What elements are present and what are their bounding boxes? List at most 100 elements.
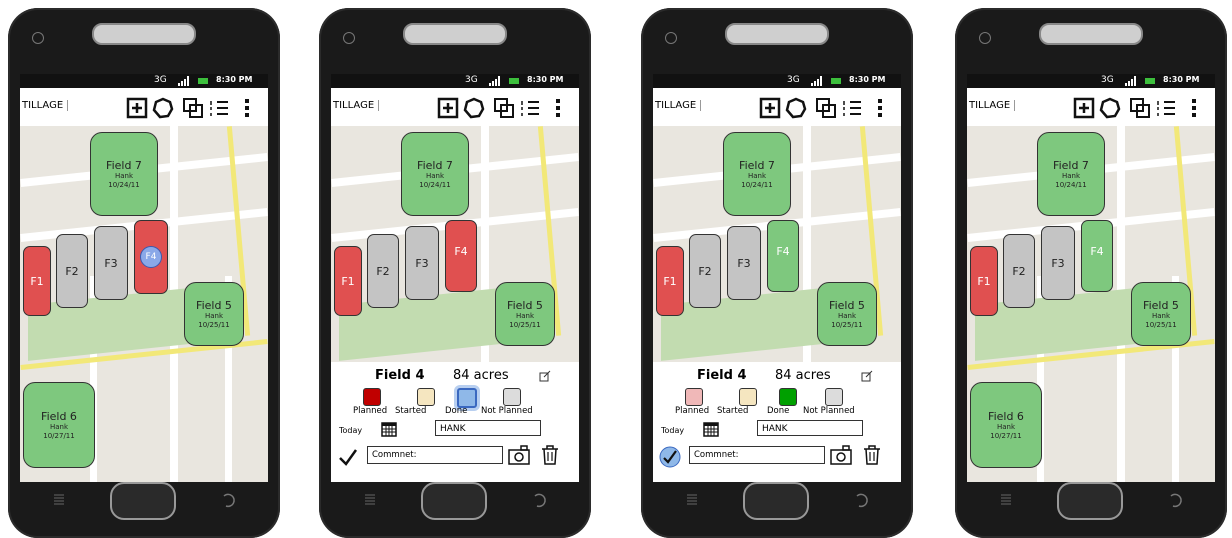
edit-icon[interactable] [861, 370, 873, 382]
field-7[interactable]: Field 7 Hank 10/24/11 [90, 132, 158, 216]
calendar-icon[interactable] [703, 421, 719, 437]
list-icon[interactable] [1155, 97, 1177, 119]
trash-icon[interactable] [539, 444, 561, 466]
field-date: 10/27/11 [990, 431, 1022, 440]
field-1[interactable]: F1 [334, 246, 362, 316]
front-camera [32, 32, 44, 44]
menu-key-icon[interactable] [685, 492, 699, 506]
screen: 3G 8:30 PM TILLAGE Field 7 Hank 10/24/11… [967, 74, 1215, 482]
status-done-button[interactable] [457, 388, 477, 408]
status-planned-button[interactable] [363, 388, 381, 406]
field-1[interactable]: F1 [656, 246, 684, 316]
field-5[interactable]: Field 5 Hank 10/25/11 [184, 282, 244, 346]
field-7[interactable]: Field 7 Hank 10/24/11 [401, 132, 469, 216]
back-icon[interactable] [531, 492, 547, 508]
field-date: 10/25/11 [198, 320, 230, 329]
field-5[interactable]: Field 5 Hank 10/25/11 [1131, 282, 1191, 346]
field-4[interactable]: F4 [134, 220, 168, 294]
draw-boundary-icon[interactable] [152, 97, 174, 119]
menu-key-icon[interactable] [52, 492, 66, 506]
check-icon[interactable] [337, 446, 359, 468]
field-detail-panel: Field 4 84 acres Planned Started Done No… [653, 362, 901, 482]
field-2[interactable]: F2 [1003, 234, 1035, 308]
layers-icon[interactable] [182, 97, 204, 119]
add-icon[interactable] [437, 97, 459, 119]
home-button[interactable] [743, 482, 809, 520]
status-planned-button[interactable] [685, 388, 703, 406]
field-1[interactable]: F1 [23, 246, 51, 316]
front-camera [979, 32, 991, 44]
field-label: F1 [977, 274, 991, 288]
list-icon[interactable] [208, 97, 230, 119]
list-icon[interactable] [841, 97, 863, 119]
back-icon[interactable] [220, 492, 236, 508]
tap-indicator: F4 [140, 246, 162, 268]
back-icon[interactable] [1167, 492, 1183, 508]
field-3[interactable]: F3 [727, 226, 761, 300]
field-4[interactable]: F4 [767, 220, 799, 292]
status-started-button[interactable] [739, 388, 757, 406]
list-icon[interactable] [519, 97, 541, 119]
app-title: TILLAGE [969, 100, 1016, 111]
map-view[interactable]: Field 7 Hank 10/24/11 F1 F2 F3 F4 Field … [653, 126, 901, 482]
field-2[interactable]: F2 [56, 234, 88, 308]
field-5[interactable]: Field 5 Hank 10/25/11 [495, 282, 555, 346]
field-label: F3 [1051, 256, 1065, 270]
owner-input[interactable]: HANK [435, 420, 541, 436]
field-5[interactable]: Field 5 Hank 10/25/11 [817, 282, 877, 346]
menu-key-icon[interactable] [999, 492, 1013, 506]
field-2[interactable]: F2 [367, 234, 399, 308]
field-4[interactable]: F4 [445, 220, 477, 292]
add-icon[interactable] [1073, 97, 1095, 119]
map-view[interactable]: Field 7 Hank 10/24/11 F1 F2 F3 F4 Field … [20, 126, 268, 482]
overflow-menu-icon[interactable] [553, 97, 563, 119]
draw-boundary-icon[interactable] [785, 97, 807, 119]
add-icon[interactable] [759, 97, 781, 119]
field-7[interactable]: Field 7 Hank 10/24/11 [723, 132, 791, 216]
field-label: F1 [30, 274, 44, 288]
overflow-menu-icon[interactable] [875, 97, 885, 119]
map-view[interactable]: Field 7 Hank 10/24/11 F1 F2 F3 F4 Field … [331, 126, 579, 482]
action-bar: TILLAGE [967, 88, 1215, 127]
home-button[interactable] [1057, 482, 1123, 520]
home-button[interactable] [110, 482, 176, 520]
overflow-menu-icon[interactable] [1189, 97, 1199, 119]
overflow-menu-icon[interactable] [242, 97, 252, 119]
field-1[interactable]: F1 [970, 246, 998, 316]
field-3[interactable]: F3 [94, 226, 128, 300]
comment-input[interactable]: Commnet: [689, 446, 825, 464]
layers-icon[interactable] [1129, 97, 1151, 119]
field-3[interactable]: F3 [405, 226, 439, 300]
status-not-planned-button[interactable] [825, 388, 843, 406]
field-7[interactable]: Field 7 Hank 10/24/11 [1037, 132, 1105, 216]
field-2[interactable]: F2 [689, 234, 721, 308]
field-6[interactable]: Field 6 Hank 10/27/11 [23, 382, 95, 468]
field-6[interactable]: Field 6 Hank 10/27/11 [970, 382, 1042, 468]
layers-icon[interactable] [493, 97, 515, 119]
status-started-button[interactable] [417, 388, 435, 406]
check-icon[interactable] [659, 446, 681, 468]
battery-icon [198, 78, 208, 84]
field-3[interactable]: F3 [1041, 226, 1075, 300]
field-4[interactable]: F4 [1081, 220, 1113, 292]
trash-icon[interactable] [861, 444, 883, 466]
map-view[interactable]: Field 7 Hank 10/24/11 F1 F2 F3 F4 Field … [967, 126, 1215, 482]
owner-input[interactable]: HANK [757, 420, 863, 436]
field-label: F2 [1012, 264, 1026, 278]
calendar-icon[interactable] [381, 421, 397, 437]
draw-boundary-icon[interactable] [463, 97, 485, 119]
home-button[interactable] [421, 482, 487, 520]
status-not-planned-button[interactable] [503, 388, 521, 406]
comment-input[interactable]: Commnet: [367, 446, 503, 464]
camera-icon[interactable] [507, 444, 531, 466]
back-icon[interactable] [853, 492, 869, 508]
menu-key-icon[interactable] [363, 492, 377, 506]
status-done-button[interactable] [779, 388, 797, 406]
field-date: 10/25/11 [509, 320, 541, 329]
camera-icon[interactable] [829, 444, 853, 466]
field-date: 10/24/11 [1055, 180, 1087, 189]
layers-icon[interactable] [815, 97, 837, 119]
add-icon[interactable] [126, 97, 148, 119]
draw-boundary-icon[interactable] [1099, 97, 1121, 119]
edit-icon[interactable] [539, 370, 551, 382]
